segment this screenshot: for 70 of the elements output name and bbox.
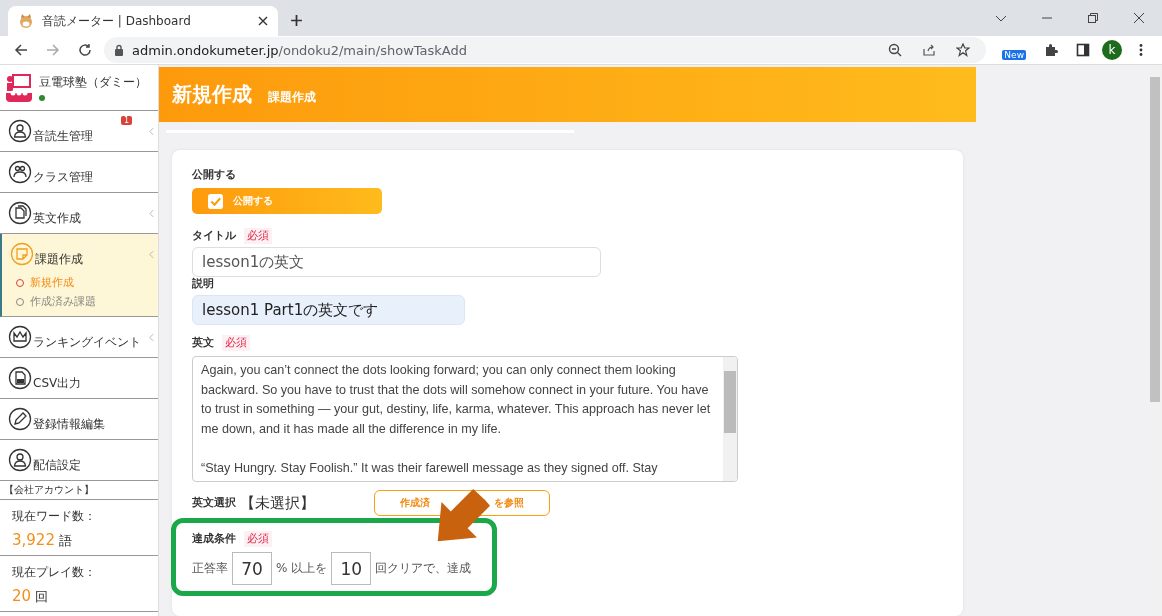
field-label: 達成条件: [192, 532, 236, 546]
stat-value: 3,922 語: [12, 531, 74, 550]
selected-text-value: 【未選択】: [240, 493, 316, 513]
school-name: 豆電球塾（ダミー）: [39, 74, 147, 91]
sidebar-item[interactable]: 課題作成: [2, 234, 158, 274]
field-label: タイトル: [192, 229, 236, 243]
address-bar[interactable]: admin.ondokumeter.jp/ondoku2/main/showTaskAdd: [104, 37, 987, 63]
required-tag: 必須: [222, 335, 250, 351]
url-text: admin.ondokumeter.jp/ondoku2/main/showTaskAdd: [132, 42, 468, 58]
stat-value: 20 回: [12, 587, 50, 606]
reload-icon[interactable]: [78, 43, 92, 57]
count-field[interactable]: 10: [331, 552, 372, 585]
classroom-logo-icon: [4, 72, 34, 103]
puzzle-icon[interactable]: [1044, 43, 1058, 57]
new-tab-icon[interactable]: [290, 14, 303, 27]
description-field[interactable]: lesson1 Part1の英文です: [192, 295, 465, 325]
goal-text: 回クリアで、達成: [375, 560, 472, 577]
person-icon: [8, 119, 32, 143]
title-field[interactable]: lesson1の英文: [192, 247, 601, 277]
goal-text: 正答率: [192, 560, 228, 577]
notification-badge: 1: [121, 116, 133, 125]
file-icon: [8, 366, 32, 390]
document-icon: [8, 201, 32, 225]
field-label: 英文選択: [192, 496, 236, 510]
close-icon[interactable]: [258, 16, 268, 26]
dog-face-icon: [18, 13, 34, 29]
goal-text: % 以上を: [276, 560, 328, 577]
sidebar-item[interactable]: 英文作成: [0, 193, 158, 233]
extension-badge[interactable]: New: [1002, 50, 1026, 60]
restore-icon[interactable]: [1087, 12, 1099, 24]
required-tag: 必須: [244, 228, 272, 244]
sidebar-item[interactable]: CSV出力: [0, 358, 158, 398]
field-label: 説明: [192, 277, 215, 291]
rate-field[interactable]: 70: [232, 552, 272, 585]
field-label: 公開する: [192, 168, 237, 182]
stat-label: 現在ワード数：: [12, 508, 97, 525]
person-icon: [8, 448, 32, 472]
chevron-icon: [149, 208, 154, 218]
chevron-icon: [149, 249, 154, 259]
sidebar-item[interactable]: クラス管理: [0, 152, 158, 192]
scrollbar[interactable]: [723, 357, 737, 481]
english-text-field[interactable]: Again, you can’t connect the dots looking forward; you can only connect them looking backward. So you have to trust that the dots will somehow connect in your future. You have to trust in something — your gut, destiny, life, karma, whatever. This approach has never let me down, and it has made all the difference in my life. “Stay Hungry. Stay Foolish.” It was their farewell message as they signed off. Stay: [192, 356, 738, 482]
side-panel-icon[interactable]: [1076, 43, 1090, 57]
sidebar-item[interactable]: 音読生管理 1: [0, 111, 158, 151]
group-icon: [8, 160, 32, 184]
profile-avatar[interactable]: k: [1102, 40, 1122, 60]
zoom-out-icon[interactable]: [888, 43, 903, 57]
submenu-item[interactable]: 作成済み課題: [2, 293, 158, 316]
back-icon[interactable]: [14, 43, 28, 57]
page-title: 新規作成: [172, 81, 252, 108]
sidebar-item[interactable]: 配信設定: [0, 440, 158, 480]
crown-icon: [8, 325, 32, 349]
pencil-icon: [8, 407, 32, 431]
sidebar-item[interactable]: 登録情報編集: [0, 399, 158, 439]
account-heading: 【会社アカウント】: [0, 481, 158, 500]
page-subtitle: 課題作成: [268, 89, 316, 106]
sidebar-item[interactable]: ランキングイベント: [0, 317, 158, 357]
lock-icon: [114, 44, 124, 56]
tab-title: 音読メーター | Dashboard: [42, 12, 192, 30]
chevron-icon: [149, 126, 154, 136]
browser-tab[interactable]: 音読メーター | Dashboard: [8, 6, 278, 36]
required-tag: 必須: [244, 531, 272, 547]
checkbox-icon: [208, 193, 223, 209]
chevron-icon: [149, 332, 154, 342]
field-label: 英文: [192, 336, 214, 350]
stat-label: 現在プレイ数：: [12, 564, 97, 581]
close-icon[interactable]: [1133, 12, 1145, 24]
star-icon[interactable]: [956, 43, 971, 57]
share-icon[interactable]: [922, 43, 937, 57]
note-icon: [10, 242, 34, 266]
